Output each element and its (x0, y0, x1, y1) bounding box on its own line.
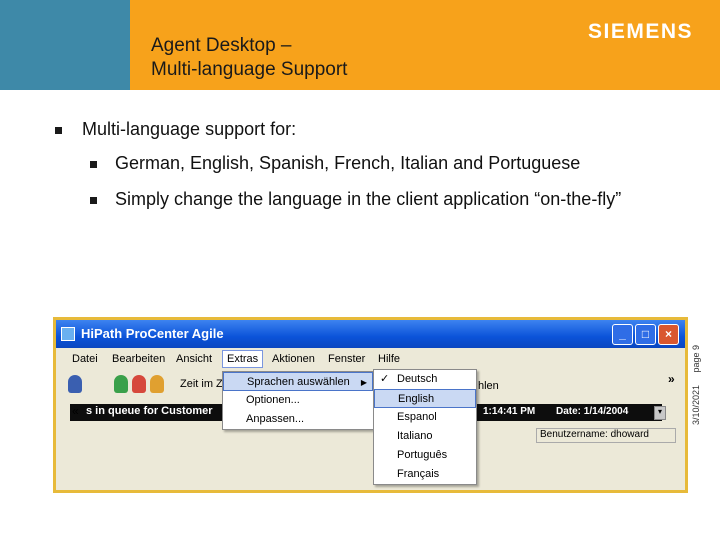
language-item-francais[interactable]: Français (374, 465, 476, 484)
agent-icon[interactable] (68, 375, 82, 393)
menu-extras[interactable]: Extras (222, 350, 264, 368)
menu-aktionen[interactable]: Aktionen (272, 353, 315, 365)
toolbar-overflow-icon[interactable]: » (668, 372, 675, 386)
language-item-english[interactable]: English (374, 389, 476, 408)
side-footer: 3/10/2021 page 9 (686, 325, 701, 425)
toolbar-text-partial: hlen (478, 380, 499, 392)
minimize-button[interactable]: _ (612, 324, 633, 345)
extras-dropdown: Sprachen auswählen ▶ Optionen... Anpasse… (222, 371, 374, 430)
check-icon: ✓ (380, 373, 390, 385)
menu-bar: Datei Bearbeiten Ansicht Extras Aktionen… (56, 349, 685, 371)
language-item-italiano[interactable]: Italiano (374, 427, 476, 446)
bullet-icon (90, 161, 97, 168)
language-label: English (398, 393, 435, 405)
menu-item-options[interactable]: Optionen... (223, 391, 373, 410)
language-label: Deutsch (397, 373, 438, 385)
app-screenshot-frame: HiPath ProCenter Agile _ □ × Datei Bearb… (53, 317, 688, 493)
menu-item-customize[interactable]: Anpassen... (223, 410, 373, 429)
menu-bearbeiten[interactable]: Bearbeiten (112, 353, 165, 365)
menu-item-label: Optionen... (246, 394, 300, 406)
menu-datei[interactable]: Datei (72, 353, 98, 365)
queue-date: Date: 1/14/2004 (556, 406, 629, 417)
menu-hilfe[interactable]: Hilfe (378, 353, 400, 365)
app-title: HiPath ProCenter Agile (81, 326, 224, 341)
queue-time: 1:14:41 PM (483, 406, 536, 417)
maximize-button[interactable]: □ (635, 324, 656, 345)
scroll-left-icon[interactable]: « (72, 404, 79, 418)
agent-work-icon[interactable] (150, 375, 164, 393)
language-item-espanol[interactable]: Espanol (374, 408, 476, 427)
status-username: Benutzername: dhoward (536, 428, 676, 443)
queue-scroll-button[interactable]: ▾ (654, 406, 666, 420)
header-accent-block (0, 0, 130, 90)
app-icon (61, 327, 75, 341)
queue-text: s in queue for Customer (86, 405, 213, 417)
menu-item-label: Anpassen... (246, 413, 305, 425)
language-label: Français (397, 468, 440, 480)
bullet-icon (90, 197, 97, 204)
bullet-main-text: Multi-language support for: (82, 119, 297, 139)
language-submenu: ✓ Deutsch English Espanol Italiano Portu… (373, 369, 477, 485)
language-label: Português (397, 449, 448, 461)
menu-ansicht[interactable]: Ansicht (176, 353, 212, 365)
close-button[interactable]: × (658, 324, 679, 345)
language-item-deutsch[interactable]: ✓ Deutsch (374, 370, 476, 389)
app-titlebar: HiPath ProCenter Agile _ □ × (56, 320, 685, 348)
menu-fenster[interactable]: Fenster (328, 353, 365, 365)
footer-date: 3/10/2021 (691, 384, 701, 425)
submenu-arrow-icon: ▶ (360, 378, 367, 387)
agent-busy-icon[interactable] (132, 375, 146, 393)
agent-available-icon[interactable] (114, 375, 128, 393)
siemens-logo: SIEMENS (588, 20, 694, 43)
language-label: Espanol (397, 411, 437, 423)
app-window: HiPath ProCenter Agile _ □ × Datei Bearb… (56, 320, 685, 490)
slide-title-line1: Agent Desktop – (151, 35, 292, 56)
footer-page: page 9 (691, 344, 701, 373)
menu-item-label: Sprachen auswählen (247, 376, 350, 388)
bullet-sub-text-1: German, English, Spanish, French, Italia… (115, 153, 581, 173)
toolbar-time-label: Zeit im Z (180, 378, 223, 390)
bullet-icon (55, 127, 62, 134)
slide-title: Agent Desktop – Multi-language Support (151, 34, 347, 82)
bullet-sub-text-2: Simply change the language in the client… (115, 189, 622, 209)
slide-title-line2: Multi-language Support (151, 59, 348, 80)
language-item-portugues[interactable]: Português (374, 446, 476, 465)
language-label: Italiano (397, 430, 433, 442)
menu-item-select-language[interactable]: Sprachen auswählen ▶ (223, 372, 373, 391)
